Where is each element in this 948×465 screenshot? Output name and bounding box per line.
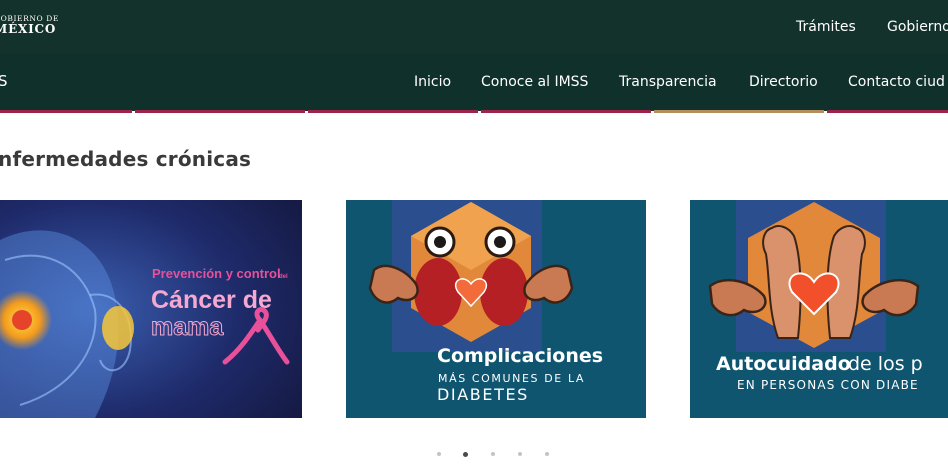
card-image-autocuidado: Autocuidado de los p EN PERSONAS CON DIA… (690, 200, 948, 418)
card2-title: Complicaciones (437, 345, 603, 367)
nav-item-inicio[interactable]: Inicio (414, 74, 451, 90)
stripe-segment (0, 110, 132, 113)
card1-line2: Cáncer de (151, 286, 272, 314)
carousel-dot-2[interactable] (463, 451, 468, 457)
card1-line3: mama (151, 313, 224, 341)
nav-item-transparencia[interactable]: Transparencia (619, 74, 717, 90)
card-image-cancer-mama: Prevención y control del Cáncer de mama (0, 200, 302, 418)
card-image-complicaciones: Complicaciones MÁS COMUNES DE LA DIABETE… (346, 200, 646, 418)
main-navbar: S Inicio Conoce al IMSS Transparencia Di… (0, 53, 948, 111)
card1-line1: Prevención y control (152, 266, 281, 281)
carousel-dot-1[interactable] (437, 452, 441, 456)
carousel-card-autocuidado[interactable]: Autocuidado de los p EN PERSONAS CON DIA… (690, 200, 948, 418)
logo-line-2: MÉXICO (0, 22, 57, 36)
card3-line2: EN PERSONAS CON DIABE (737, 378, 919, 392)
carousel-dot-4[interactable] (518, 452, 522, 456)
stripe-segment (827, 110, 948, 113)
nav-item-contacto[interactable]: Contacto ciud (848, 74, 945, 90)
carousel-dot-3[interactable] (491, 452, 495, 456)
card2-line3: DIABETES (437, 385, 529, 404)
stripe-segment (135, 110, 305, 113)
link-gobierno[interactable]: Gobierno (887, 19, 948, 35)
card3-title-rest: de los p (848, 353, 923, 375)
stripe-segment (654, 110, 824, 113)
link-tramites[interactable]: Trámites (796, 19, 856, 35)
carousel-card-cancer-mama[interactable]: Prevención y control del Cáncer de mama (0, 200, 302, 418)
card1-line1-small: del (279, 274, 288, 280)
carousel-card-complicaciones-diabetes[interactable]: Complicaciones MÁS COMUNES DE LA DIABETE… (346, 200, 646, 418)
section-title: nfermedades crónicas (0, 147, 252, 171)
stripe-segment (308, 110, 478, 113)
nav-item-conoce-imss[interactable]: Conoce al IMSS (481, 74, 588, 90)
gobierno-de-mexico-logo[interactable]: GOBIERNO DE MÉXICO (0, 14, 59, 36)
carousel-dot-5[interactable] (545, 452, 549, 456)
top-header: GOBIERNO DE MÉXICO Trámites Gobierno (0, 0, 948, 53)
nav-item-directorio[interactable]: Directorio (749, 74, 818, 90)
card2-line2: MÁS COMUNES DE LA (438, 372, 585, 385)
card3-title: Autocuidado (716, 353, 851, 375)
stripe-segment (481, 110, 651, 113)
site-brand[interactable]: S (0, 72, 8, 90)
